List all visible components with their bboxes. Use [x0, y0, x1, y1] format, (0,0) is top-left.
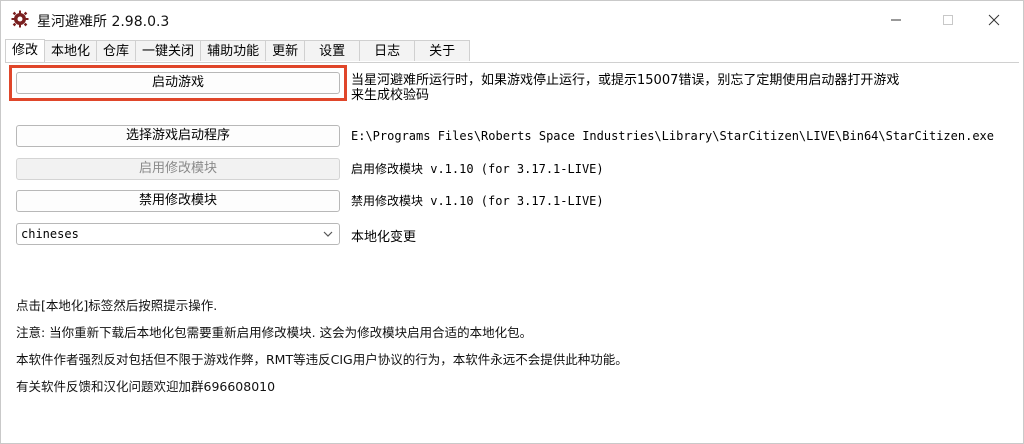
localization-select-value: chineses — [21, 227, 79, 241]
select-exe-button[interactable]: 选择游戏启动程序 — [16, 125, 340, 147]
note-localization-tab: 点击[本地化]标签然后按照提示操作. — [16, 298, 218, 313]
tab-bar: 修改 本地化 仓库 一键关闭 辅助功能 更新 设置 日志 关于 — [5, 39, 471, 62]
gear-icon — [11, 10, 29, 28]
tab-update[interactable]: 更新 — [265, 40, 306, 61]
launch-hint-line1: 当星河避难所运行时，如果游戏停止运行，或提示15007错误，别忘了定期使用启动器… — [351, 73, 900, 88]
minimize-button[interactable] — [873, 1, 919, 39]
close-icon — [988, 14, 1000, 26]
tab-about[interactable]: 关于 — [414, 40, 471, 61]
tab-panel-border — [5, 62, 1019, 63]
minimize-icon — [891, 19, 901, 21]
tab-settings[interactable]: 设置 — [304, 40, 361, 61]
tab-warehouse[interactable]: 仓库 — [96, 40, 137, 61]
maximize-button[interactable] — [925, 1, 971, 39]
launch-game-button[interactable]: 启动游戏 — [16, 72, 340, 94]
title-bar[interactable]: 星河避难所 2.98.0.3 — [1, 1, 1023, 39]
tab-localization[interactable]: 本地化 — [44, 40, 98, 61]
tab-log[interactable]: 日志 — [359, 40, 416, 61]
note-anti-cheat: 本软件作者强烈反对包括但不限于游戏作弊，RMT等违反CIG用户协议的行为，本软件… — [16, 352, 628, 367]
enable-mod-button[interactable]: 启用修改模块 — [16, 158, 340, 180]
disable-mod-status: 禁用修改模块 v.1.10 (for 3.17.1-LIVE) — [351, 192, 604, 209]
tab-modify[interactable]: 修改 — [5, 39, 46, 62]
maximize-icon — [943, 15, 953, 25]
enable-mod-status-text: 启用修改模块 v.1.10 (for 3.17.1-LIVE) — [351, 162, 604, 176]
close-button[interactable] — [971, 1, 1017, 39]
window-title: 星河避难所 2.98.0.3 — [37, 14, 170, 30]
localization-select[interactable]: chineses — [16, 223, 340, 245]
localization-label: 本地化变更 — [351, 230, 417, 245]
chevron-down-icon — [323, 231, 333, 237]
app-window: 星河避难所 2.98.0.3 修改 本地化 仓库 一键关闭 辅助功能 更新 设置… — [0, 0, 1024, 444]
launch-hint-line2: 来生成校验码 — [351, 88, 430, 103]
disable-mod-button[interactable]: 禁用修改模块 — [16, 190, 340, 212]
enable-mod-status: 启用修改模块 v.1.10 (for 3.17.1-LIVE) — [351, 160, 604, 177]
tab-assist[interactable]: 辅助功能 — [200, 40, 267, 61]
tab-one-click-close[interactable]: 一键关闭 — [135, 40, 202, 61]
note-feedback-group: 有关软件反馈和汉化问题欢迎加群696608010 — [16, 379, 276, 394]
exe-path: E:\Programs Files\Roberts Space Industri… — [351, 129, 994, 143]
disable-mod-status-text: 禁用修改模块 v.1.10 (for 3.17.1-LIVE) — [351, 194, 604, 208]
note-reenable-mod: 注意: 当你重新下载后本地化包需要重新启用修改模块. 这会为修改模块启用合适的本… — [16, 325, 533, 340]
